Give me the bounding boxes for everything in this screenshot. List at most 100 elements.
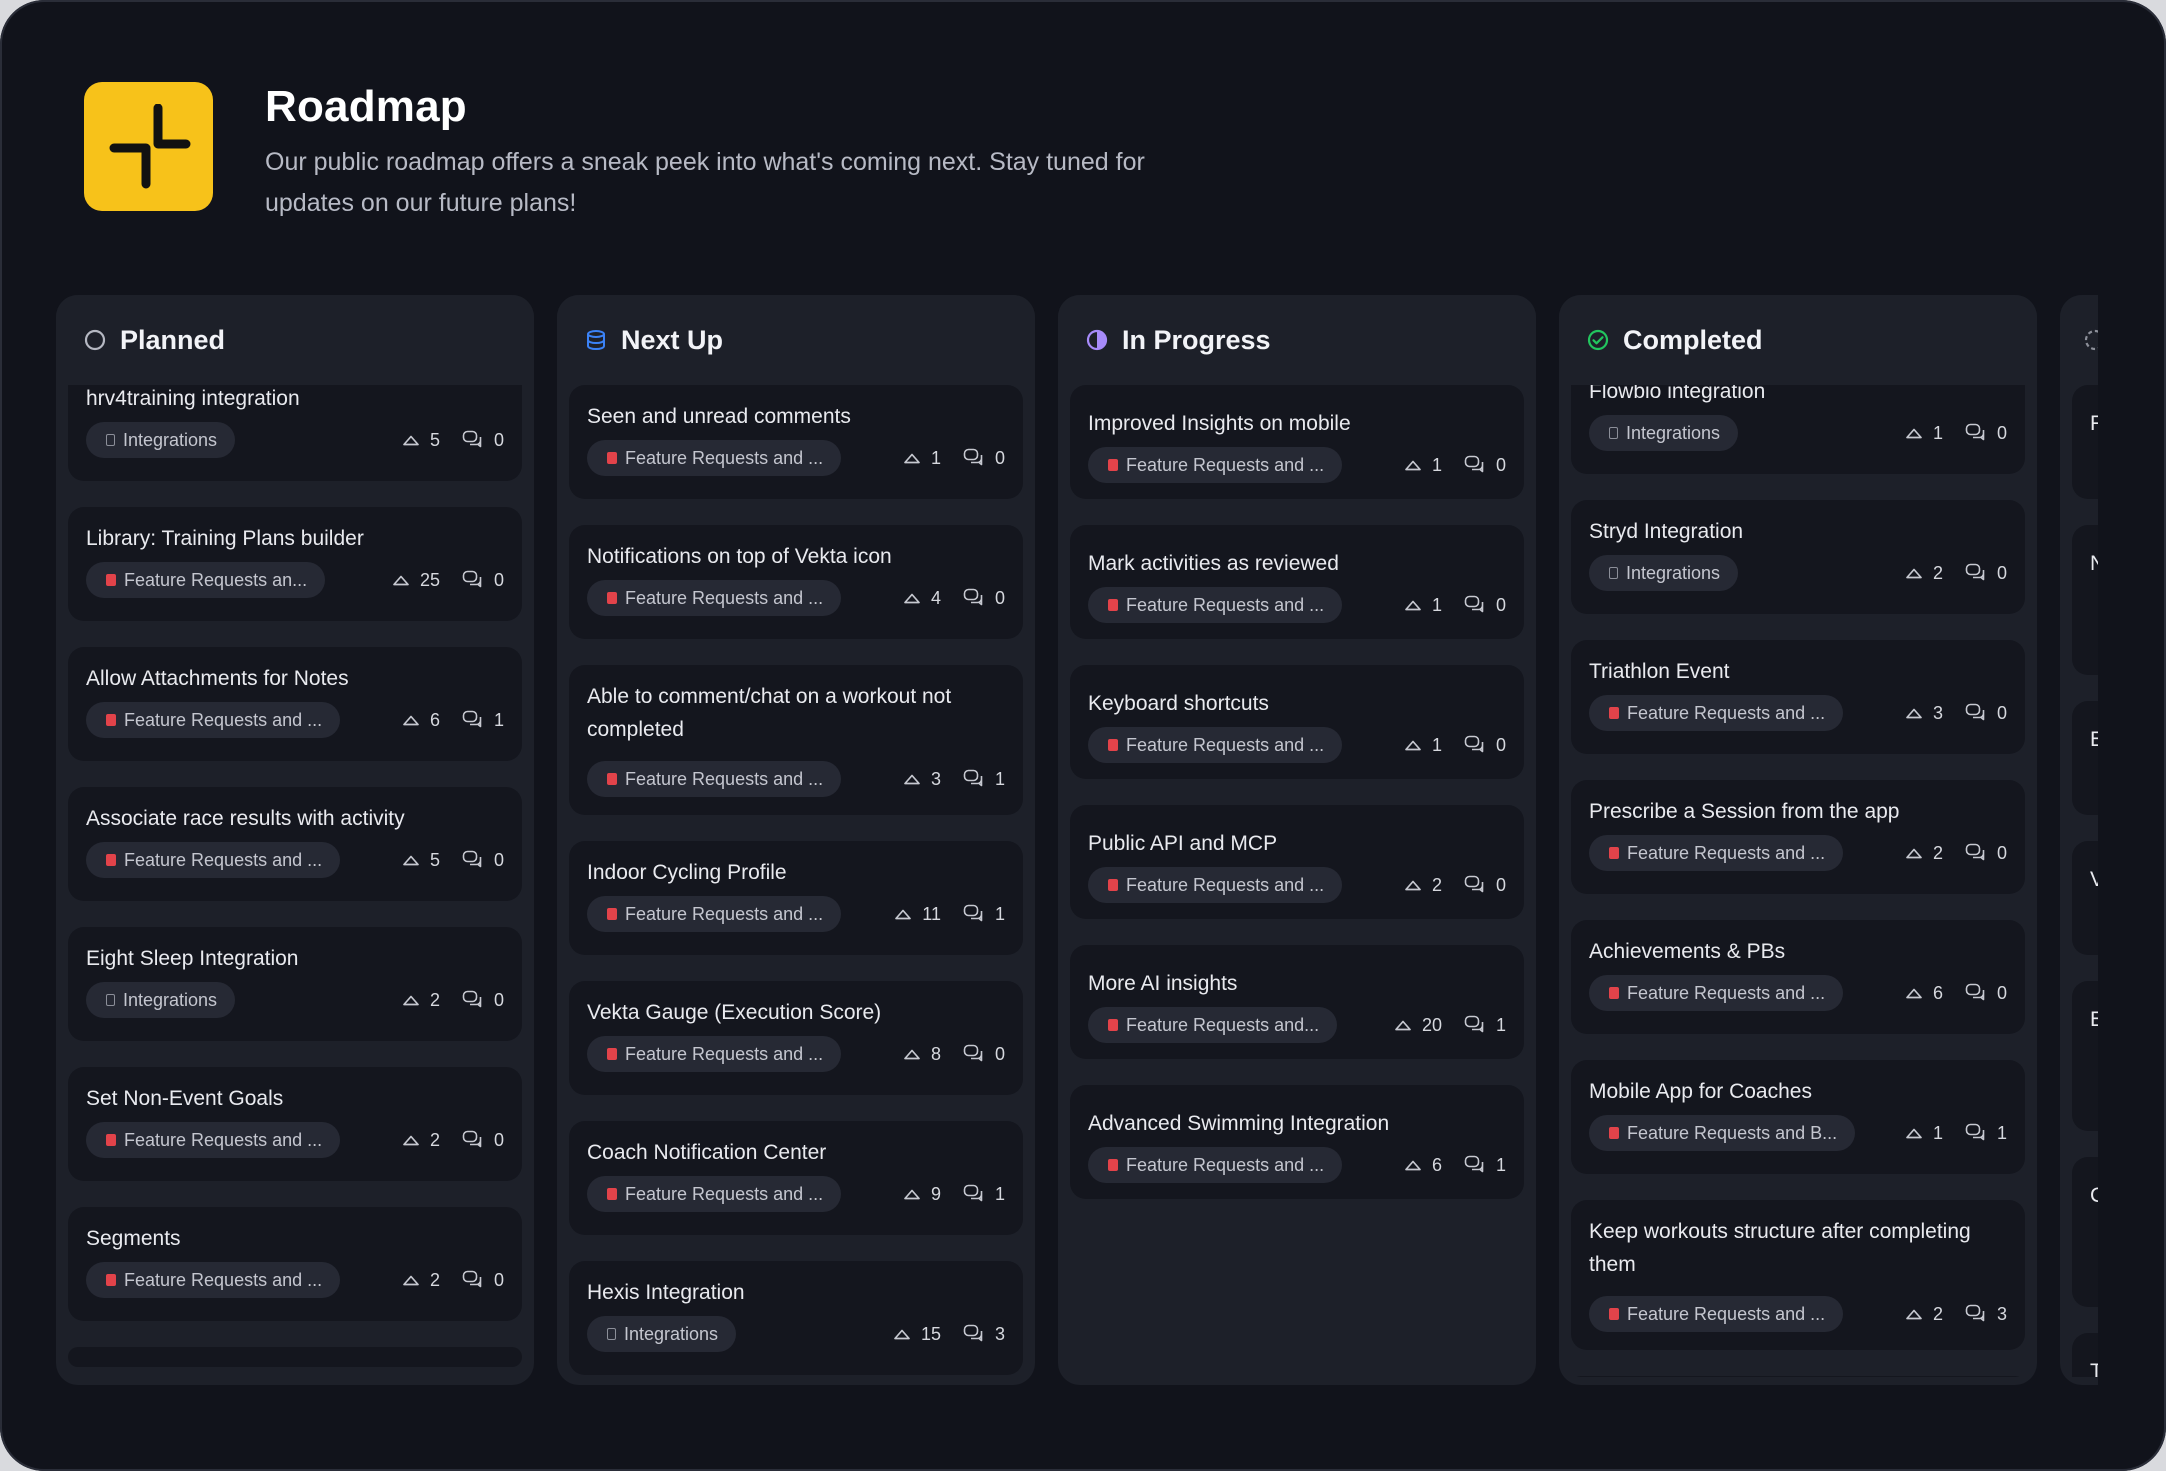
category-tag[interactable]: Feature Requests and ... <box>587 896 842 932</box>
roadmap-card[interactable]: V <box>2072 841 2098 955</box>
category-tag[interactable]: Integrations <box>1589 415 1739 451</box>
category-tag[interactable]: Feature Requests and ... <box>1589 695 1844 731</box>
category-tag[interactable]: Feature Requests and ... <box>86 842 341 878</box>
roadmap-card[interactable]: Set Non-Event Goals Feature Requests and … <box>68 1067 522 1181</box>
comments-button[interactable]: 0 <box>462 850 504 871</box>
roadmap-card[interactable]: Library: Training Plans builder Feature R… <box>68 507 522 621</box>
comments-button[interactable]: 0 <box>462 1130 504 1151</box>
upvote-button[interactable]: 6 <box>1404 1155 1442 1176</box>
roadmap-card[interactable]: F <box>2072 385 2098 499</box>
upvote-button[interactable]: 20 <box>1394 1015 1442 1036</box>
roadmap-card[interactable]: Indoor Cycling Profile Feature Requests a… <box>569 841 1023 955</box>
upvote-button[interactable]: 1 <box>1905 423 1943 444</box>
category-tag[interactable]: Feature Requests an... <box>86 562 326 598</box>
comments-button[interactable]: 1 <box>1464 1155 1506 1176</box>
category-tag[interactable]: Feature Requests and ... <box>1088 447 1343 483</box>
comments-button[interactable]: 3 <box>963 1324 1005 1345</box>
upvote-button[interactable]: 9 <box>903 1184 941 1205</box>
roadmap-card[interactable]: Hexis Integration Integrations 15 3 <box>569 1261 1023 1375</box>
category-tag[interactable]: Integrations <box>1589 555 1739 591</box>
comments-button[interactable]: 0 <box>1965 563 2007 584</box>
category-tag[interactable]: Feature Requests and... <box>1088 1007 1338 1043</box>
upvote-button[interactable]: 5 <box>402 430 440 451</box>
roadmap-card[interactable]: Seen and unread comments Feature Requests… <box>569 385 1023 499</box>
upvote-button[interactable]: 5 <box>402 850 440 871</box>
category-tag[interactable]: Feature Requests and ... <box>1589 835 1844 871</box>
comments-button[interactable]: 0 <box>963 448 1005 469</box>
category-tag[interactable]: Feature Requests and ... <box>587 580 842 616</box>
comments-button[interactable]: 0 <box>963 1044 1005 1065</box>
comments-button[interactable]: 3 <box>1965 1304 2007 1325</box>
category-tag[interactable]: Feature Requests and ... <box>86 1262 341 1298</box>
upvote-button[interactable]: 2 <box>1905 1304 1943 1325</box>
comments-button[interactable]: 1 <box>1965 1123 2007 1144</box>
upvote-button[interactable]: 6 <box>402 710 440 731</box>
comments-button[interactable]: 1 <box>1464 1015 1506 1036</box>
comments-button[interactable]: 0 <box>1464 595 1506 616</box>
roadmap-card[interactable]: Public API and MCP Feature Requests and .… <box>1070 805 1524 919</box>
roadmap-card[interactable]: T <box>2072 1333 2098 1377</box>
upvote-button[interactable]: 4 <box>903 588 941 609</box>
roadmap-card[interactable]: Allow Attachments for Notes Feature Reque… <box>68 647 522 761</box>
comments-button[interactable]: 1 <box>963 904 1005 925</box>
roadmap-card[interactable]: Notifications on top of Vekta icon Featur… <box>569 525 1023 639</box>
upvote-button[interactable]: 1 <box>1404 455 1442 476</box>
roadmap-card[interactable]: Mark activities as reviewed Feature Reque… <box>1070 525 1524 639</box>
comments-button[interactable]: 0 <box>963 588 1005 609</box>
comments-button[interactable]: 0 <box>462 570 504 591</box>
comments-button[interactable]: 0 <box>1965 703 2007 724</box>
upvote-button[interactable]: 6 <box>1905 983 1943 1004</box>
roadmap-card[interactable]: Advanced Swimming Integration Feature Req… <box>1070 1085 1524 1199</box>
upvote-button[interactable]: 8 <box>903 1044 941 1065</box>
roadmap-card[interactable]: C <box>2072 1157 2098 1307</box>
comments-button[interactable]: 0 <box>1464 875 1506 896</box>
category-tag[interactable]: Feature Requests and ... <box>1088 867 1343 903</box>
upvote-button[interactable]: 1 <box>903 448 941 469</box>
upvote-button[interactable]: 2 <box>402 1270 440 1291</box>
roadmap-card[interactable]: Able to comment/chat on a workout not co… <box>569 665 1023 815</box>
comments-button[interactable]: 1 <box>462 710 504 731</box>
category-tag[interactable]: Feature Requests and ... <box>1088 587 1343 623</box>
comments-button[interactable]: 0 <box>462 1270 504 1291</box>
upvote-button[interactable]: 1 <box>1404 595 1442 616</box>
upvote-button[interactable]: 2 <box>402 990 440 1011</box>
comments-button[interactable]: 0 <box>1965 983 2007 1004</box>
roadmap-card[interactable]: Keep workouts structure after completing… <box>1571 1200 2025 1350</box>
roadmap-card[interactable]: Triathlon Event Feature Requests and ... 3… <box>1571 640 2025 754</box>
comments-button[interactable]: 0 <box>1965 423 2007 444</box>
comments-button[interactable]: 1 <box>963 1184 1005 1205</box>
comments-button[interactable]: 0 <box>1464 455 1506 476</box>
category-tag[interactable]: Feature Requests and ... <box>1088 1147 1343 1183</box>
upvote-button[interactable]: 2 <box>402 1130 440 1151</box>
roadmap-card[interactable]: Flowbio integration Integrations 1 0 <box>1571 385 2025 474</box>
category-tag[interactable]: Feature Requests and ... <box>86 1122 341 1158</box>
comments-button[interactable]: 0 <box>462 990 504 1011</box>
upvote-button[interactable]: 15 <box>893 1324 941 1345</box>
roadmap-card[interactable]: Mobile App for Coaches Feature Requests a… <box>1571 1060 2025 1174</box>
roadmap-card[interactable]: E <box>2072 701 2098 815</box>
category-tag[interactable]: Feature Requests and ... <box>587 1176 842 1212</box>
roadmap-card[interactable]: N <box>2072 525 2098 675</box>
roadmap-card[interactable]: Keyboard shortcuts Feature Requests and .… <box>1070 665 1524 779</box>
category-tag[interactable]: Integrations <box>587 1316 737 1352</box>
upvote-button[interactable]: 1 <box>1404 735 1442 756</box>
category-tag[interactable]: Feature Requests and ... <box>1088 727 1343 763</box>
upvote-button[interactable]: 2 <box>1905 843 1943 864</box>
roadmap-card[interactable]: Vekta Gauge (Execution Score) Feature Req… <box>569 981 1023 1095</box>
upvote-button[interactable]: 2 <box>1905 563 1943 584</box>
comments-button[interactable]: 0 <box>462 430 504 451</box>
roadmap-card[interactable]: Coach Notification Center Feature Request… <box>569 1121 1023 1235</box>
roadmap-card[interactable]: E <box>2072 981 2098 1131</box>
upvote-button[interactable]: 3 <box>1905 703 1943 724</box>
upvote-button[interactable]: 1 <box>1905 1123 1943 1144</box>
category-tag[interactable]: Feature Requests and ... <box>86 702 341 738</box>
category-tag[interactable]: Integrations <box>86 982 236 1018</box>
roadmap-card[interactable]: Improved Insights on mobile Feature Reque… <box>1070 385 1524 499</box>
category-tag[interactable]: Feature Requests and ... <box>1589 975 1844 1011</box>
comments-button[interactable]: 1 <box>963 769 1005 790</box>
category-tag[interactable]: Feature Requests and ... <box>587 1036 842 1072</box>
category-tag[interactable]: Integrations <box>86 422 236 458</box>
comments-button[interactable]: 0 <box>1464 735 1506 756</box>
roadmap-card[interactable]: Stryd Integration Integrations 2 0 <box>1571 500 2025 614</box>
roadmap-card[interactable]: More AI insights Feature Requests and... 2… <box>1070 945 1524 1059</box>
